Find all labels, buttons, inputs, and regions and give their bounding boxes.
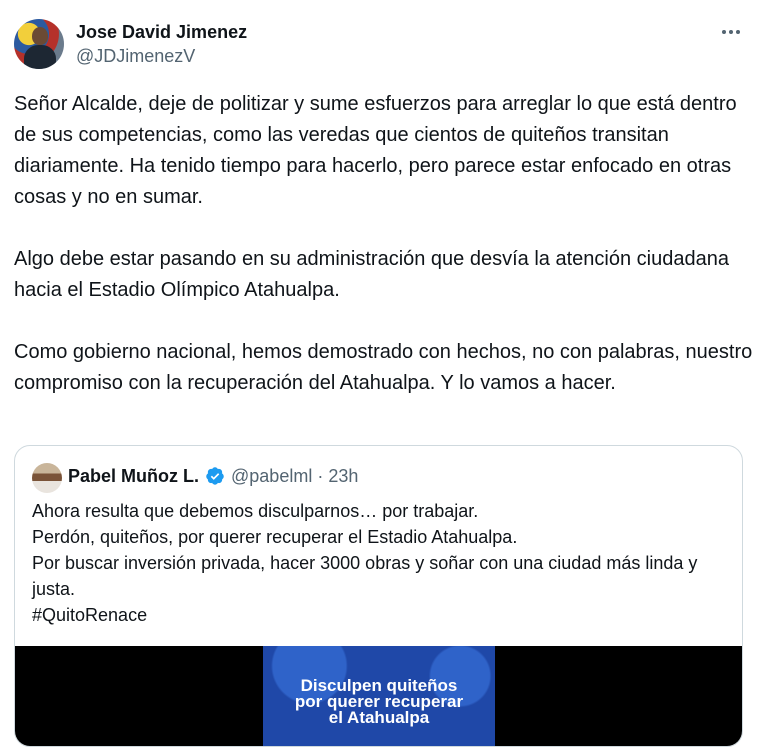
more-horizontal-icon (722, 30, 740, 34)
separator-dot: · (317, 466, 324, 486)
verified-badge-icon (206, 467, 224, 485)
more-options-button[interactable] (720, 22, 742, 42)
author-avatar[interactable] (14, 19, 64, 69)
media-caption: Disculpen quiteños por querer recuperar … (263, 677, 495, 727)
quoted-tweet-header: Pabel Muñoz L. @pabelml · 23h (68, 464, 358, 488)
quoted-text-line: Perdón, quiteños, por querer recuperar e… (32, 527, 518, 547)
quoted-tweet-text: Ahora resulta que debemos disculparnos… … (32, 498, 722, 628)
tweet-paragraph: Algo debe estar pasando en su administra… (14, 248, 729, 301)
tweet-paragraph: Señor Alcalde, deje de politizar y sume … (14, 93, 737, 208)
author-block: Jose David Jimenez @JDJimenezV (76, 21, 247, 68)
quoted-author-handle[interactable]: @pabelml (231, 464, 312, 488)
quoted-author-name[interactable]: Pabel Muñoz L. (68, 464, 199, 488)
quoted-media[interactable]: Disculpen quiteños por querer recuperar … (15, 646, 742, 746)
media-caption-line: el Atahualpa (328, 708, 430, 727)
tweet-paragraph: Como gobierno nacional, hemos demostrado… (14, 341, 753, 394)
author-name[interactable]: Jose David Jimenez (76, 21, 247, 43)
tweet: Jose David Jimenez @JDJimenezV Señor Alc… (0, 0, 768, 747)
quoted-timestamp[interactable]: 23h (328, 464, 358, 488)
quoted-hashtag[interactable]: #QuitoRenace (32, 602, 722, 628)
quoted-tweet[interactable]: Pabel Muñoz L. @pabelml · 23h Ahora resu… (14, 445, 743, 747)
media-image[interactable]: Disculpen quiteños por querer recuperar … (263, 646, 495, 746)
quoted-author-avatar[interactable] (32, 463, 62, 493)
avatar-head (32, 27, 48, 45)
author-handle[interactable]: @JDJimenezV (76, 44, 247, 68)
quoted-text-line: Por buscar inversión privada, hacer 3000… (32, 553, 698, 599)
avatar-body (24, 45, 56, 69)
quoted-text-line: Ahora resulta que debemos disculparnos… … (32, 501, 479, 521)
tweet-text: Señor Alcalde, deje de politizar y sume … (14, 89, 754, 430)
